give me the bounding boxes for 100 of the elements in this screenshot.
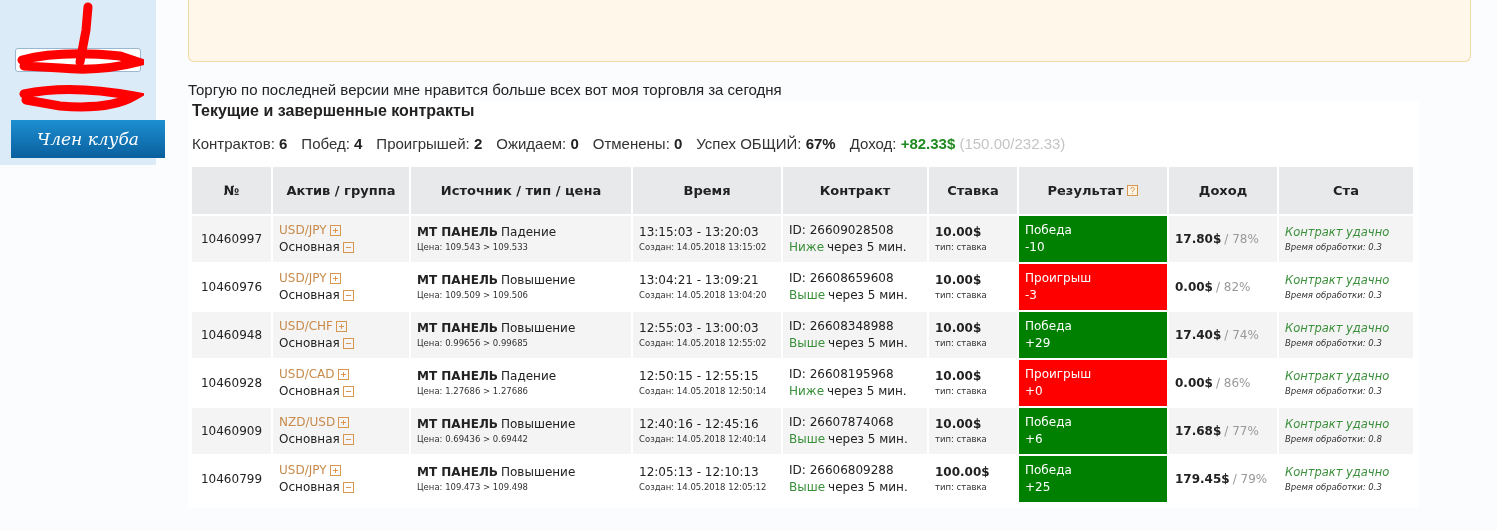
column-header: Контракт — [783, 167, 929, 214]
stake-type: тип: ставка — [935, 289, 988, 302]
stat-text: Доход: +82.33$ (150.00/232.33) — [849, 135, 1066, 152]
status-text: Контракт удачно — [1285, 416, 1391, 433]
asset-link[interactable]: USD/JPY — [279, 462, 327, 479]
created-text: Создан: 14.05.2018 12:50:14 — [639, 385, 768, 398]
result-badge: Проигрыш -3 — [1019, 264, 1167, 310]
contract-id: ID: 26606809288 — [789, 462, 895, 479]
stake-amount: 100.00$ — [935, 464, 991, 481]
group-text: Основная — [279, 431, 340, 448]
plus-box-icon[interactable] — [329, 273, 341, 284]
stat-text: Побед: 4 — [301, 135, 363, 152]
processing-text: Время обработки: 0.3 — [1285, 385, 1383, 398]
source-text: МТ ПАНЕЛЬ Падение — [417, 368, 558, 385]
source-text: МТ ПАНЕЛЬ Повышение — [417, 464, 577, 481]
direction-text: Выше через 5 мин. — [789, 335, 909, 352]
status-text: Контракт удачно — [1285, 464, 1391, 481]
stake-type: тип: ставка — [935, 433, 988, 446]
result-badge: Победа +6 — [1019, 408, 1167, 454]
plus-box-icon[interactable] — [337, 369, 349, 380]
table-cell: 10460997 — [192, 214, 273, 262]
column-header: № — [192, 167, 273, 214]
column-header: Ста — [1279, 167, 1415, 214]
minus-box-icon[interactable] — [342, 434, 354, 445]
time-text: 13:15:03 - 13:20:03 — [639, 224, 760, 241]
status-text: Контракт удачно — [1285, 320, 1391, 337]
source-text: МТ ПАНЕЛЬ Повышение — [417, 416, 577, 433]
table-cell: 10460948 — [192, 310, 273, 358]
result-badge: Победа -10 — [1019, 216, 1167, 262]
column-header: Время — [633, 167, 783, 214]
direction-text: Выше через 5 мин. — [789, 431, 909, 448]
status-text: Контракт удачно — [1285, 224, 1391, 241]
asset-link[interactable]: USD/CHF — [279, 318, 333, 335]
price-text: Цена: 0.99656 > 0.99685 — [417, 337, 529, 350]
help-icon[interactable] — [1127, 185, 1139, 196]
stake-amount: 10.00$ — [935, 272, 983, 289]
asset-link[interactable]: USD/JPY — [279, 222, 327, 239]
price-text: Цена: 1.27686 > 1.27686 — [417, 385, 529, 398]
processing-text: Время обработки: 0.3 — [1285, 337, 1383, 350]
stake-type: тип: ставка — [935, 241, 988, 254]
created-text: Создан: 14.05.2018 12:40:14 — [639, 433, 768, 446]
stat-text: Отменены: 0 — [592, 135, 683, 152]
column-header: Источник / тип / цена — [411, 167, 633, 214]
table-cell: 10460909 — [192, 406, 273, 454]
stat-text: Успех ОБЩИЙ: 67% — [696, 135, 836, 152]
time-text: 12:50:15 - 12:55:15 — [639, 368, 760, 385]
stake-amount: 10.00$ — [935, 224, 983, 241]
group-text: Основная — [279, 383, 340, 400]
income-text: 17.68$ / 77% — [1169, 406, 1279, 454]
direction-text: Выше через 5 мин. — [789, 479, 909, 496]
column-header: Результат — [1019, 167, 1169, 214]
result-badge: Победа +25 — [1019, 456, 1167, 502]
source-text: МТ ПАНЕЛЬ Повышение — [417, 272, 577, 289]
time-text: 13:04:21 - 13:09:21 — [639, 272, 760, 289]
group-text: Основная — [279, 287, 340, 304]
processing-text: Время обработки: 0.8 — [1285, 433, 1383, 446]
created-text: Создан: 14.05.2018 12:55:02 — [639, 337, 768, 350]
asset-link[interactable]: USD/CAD — [279, 366, 335, 383]
stake-type: тип: ставка — [935, 337, 988, 350]
source-text: МТ ПАНЕЛЬ Повышение — [417, 320, 577, 337]
source-text: МТ ПАНЕЛЬ Падение — [417, 224, 558, 241]
contract-id: ID: 26607874068 — [789, 414, 895, 431]
price-text: Цена: 109.543 > 109.533 — [417, 241, 529, 254]
minus-box-icon[interactable] — [342, 386, 354, 397]
created-text: Создан: 14.05.2018 13:15:02 — [639, 241, 768, 254]
minus-box-icon[interactable] — [342, 482, 354, 493]
result-badge: Победа +29 — [1019, 312, 1167, 358]
processing-text: Время обработки: 0.3 — [1285, 241, 1383, 254]
post-text: Торгую по последней версии мне нравится больше всех вот моя торговля за сегодня — [188, 81, 783, 99]
contract-id: ID: 26608195968 — [789, 366, 895, 383]
minus-box-icon[interactable] — [342, 338, 354, 349]
plus-box-icon[interactable] — [329, 465, 341, 476]
asset-link[interactable]: USD/JPY — [279, 270, 327, 287]
minus-box-icon[interactable] — [342, 242, 354, 253]
time-text: 12:55:03 - 13:00:03 — [639, 320, 760, 337]
income-text: 17.80$ / 78% — [1169, 214, 1279, 262]
member-badge: Член клуба — [11, 120, 165, 158]
result-badge: Проигрыш +0 — [1019, 360, 1167, 406]
stat-text: Контрактов: 6 — [192, 135, 288, 152]
asset-link[interactable]: NZD/USD — [279, 414, 336, 431]
income-text: 17.40$ / 74% — [1169, 310, 1279, 358]
time-text: 12:05:13 - 12:10:13 — [639, 464, 760, 481]
column-header: Актив / группа — [273, 167, 411, 214]
direction-text: Выше через 5 мин. — [789, 287, 909, 304]
created-text: Создан: 14.05.2018 13:04:20 — [639, 289, 768, 302]
created-text: Создан: 14.05.2018 12:05:12 — [639, 481, 768, 494]
stake-type: тип: ставка — [935, 481, 988, 494]
plus-box-icon[interactable] — [336, 321, 347, 332]
stake-amount: 10.00$ — [935, 368, 983, 385]
contract-id: ID: 26609028508 — [789, 222, 895, 239]
plus-box-icon[interactable] — [329, 225, 341, 236]
plus-box-icon[interactable] — [338, 417, 350, 428]
stat-text: Проигрышей: 2 — [376, 135, 483, 152]
price-text: Цена: 0.69436 > 0.69442 — [417, 433, 529, 446]
status-text: Контракт удачно — [1285, 272, 1391, 289]
processing-text: Время обработки: 0.3 — [1285, 289, 1383, 302]
column-header: Доход — [1169, 167, 1279, 214]
minus-box-icon[interactable] — [342, 290, 354, 301]
direction-text: Ниже через 5 мин. — [789, 383, 908, 400]
price-text: Цена: 109.509 > 109.506 — [417, 289, 529, 302]
